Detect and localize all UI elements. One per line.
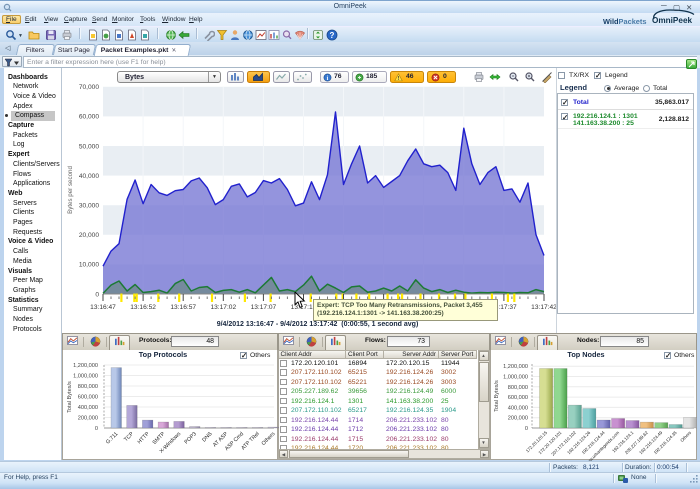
svg-text:?: ? bbox=[330, 31, 335, 40]
svg-text:!: ! bbox=[398, 76, 400, 82]
